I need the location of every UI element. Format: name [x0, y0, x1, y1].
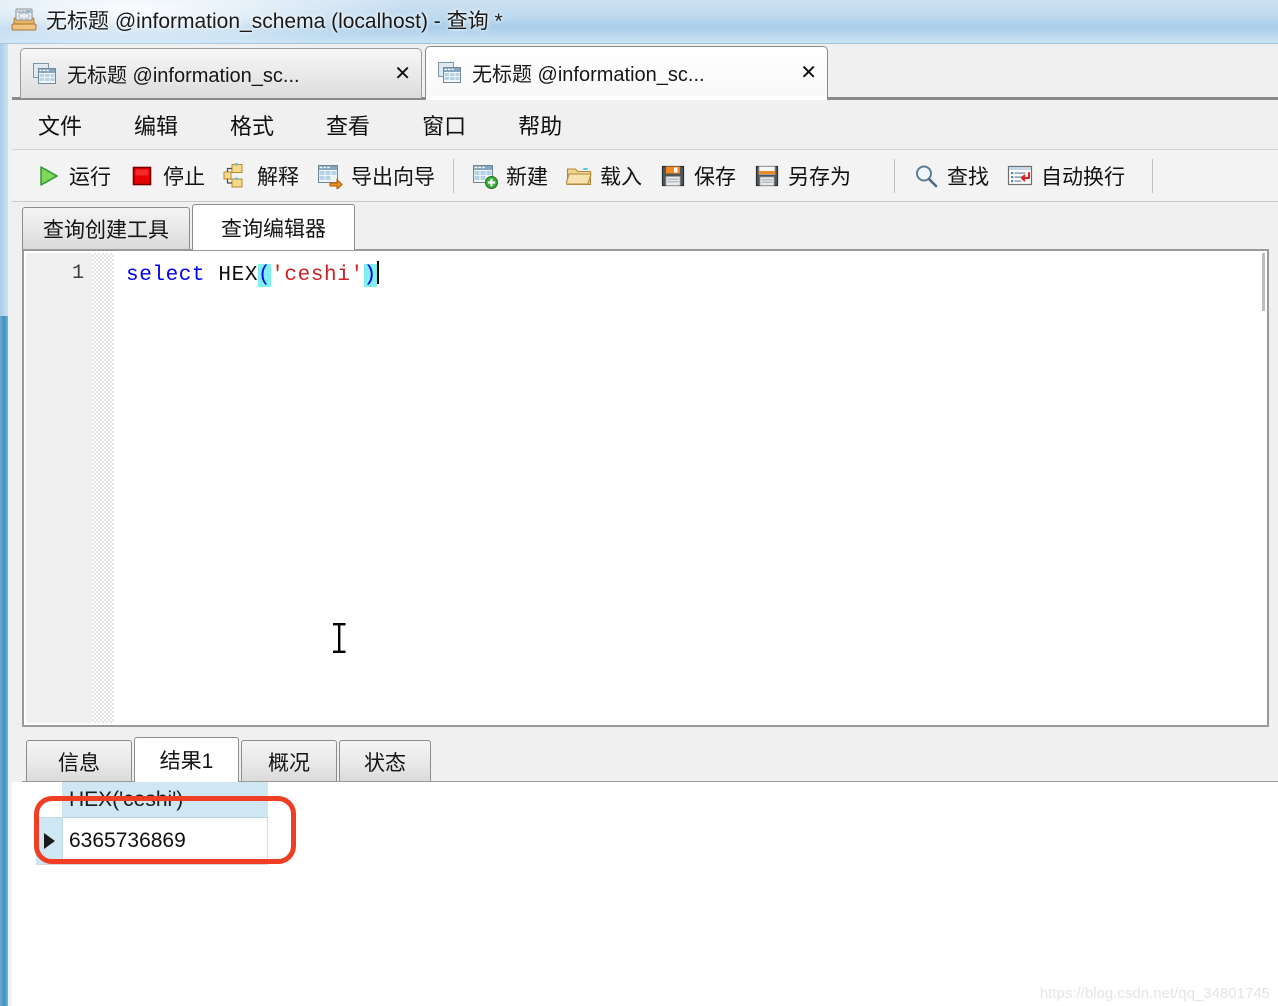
close-icon[interactable]: ✕ [800, 63, 817, 83]
editor-vertical-scrollbar[interactable] [1262, 253, 1265, 311]
client-area: 无标题 @information_sc... ✕ 无标题 @informatio… [12, 44, 1278, 1006]
export-wizard-icon [317, 163, 343, 191]
window-title: 无标题 @information_schema (localhost) - 查询… [46, 10, 503, 33]
sql-editor-surface[interactable]: 1 select HEX('ceshi') [26, 253, 1265, 723]
save-as-button[interactable]: 另存为 [745, 156, 860, 196]
sql-token-paren-open: ( [258, 264, 272, 287]
save-as-button-label: 另存为 [788, 165, 851, 189]
stop-icon [129, 163, 155, 189]
run-button[interactable]: 运行 [26, 156, 120, 196]
menu-format[interactable]: 格式 [226, 103, 278, 147]
word-wrap-button-label: 自动换行 [1041, 165, 1125, 189]
text-caret [376, 261, 379, 284]
results-panel: 信息 结果1 概况 状态 HEX('ceshi') 6365736869 [12, 734, 1278, 1006]
export-wizard-button[interactable]: 导出向导 [308, 156, 444, 196]
grid-cell-value[interactable]: 6365736869 [63, 818, 268, 864]
title-bar: 无标题 @information_schema (localhost) - 查询… [0, 0, 1278, 44]
editor-gutter: 1 [26, 253, 92, 723]
explain-icon [223, 162, 249, 189]
sql-token-paren-close: ) [363, 264, 377, 287]
save-as-icon [754, 163, 780, 189]
menu-file[interactable]: 文件 [34, 103, 86, 147]
tab-status[interactable]: 状态 [339, 740, 431, 782]
play-icon [35, 163, 61, 189]
query-window-icon [11, 7, 37, 33]
sql-token-space [205, 264, 218, 287]
menu-edit[interactable]: 编辑 [130, 103, 182, 147]
editor-sub-tabs: 查询创建工具 查询编辑器 [12, 202, 1278, 250]
menu-bar: 文件 编辑 格式 查看 窗口 帮助 [12, 100, 1278, 150]
find-button-label: 查找 [947, 165, 989, 189]
toolbar-separator-3 [1152, 158, 1153, 193]
tab-query-editor[interactable]: 查询编辑器 [192, 204, 355, 250]
application-window: 无标题 @information_schema (localhost) - 查询… [0, 0, 1278, 1006]
results-tab-strip: 信息 结果1 概况 状态 [12, 734, 1278, 782]
save-disk-icon [660, 163, 686, 189]
table-icon [33, 62, 57, 85]
sql-code-line[interactable]: select HEX('ceshi') [126, 261, 379, 290]
mouse-ibeam-cursor [329, 621, 351, 655]
active-tab-baseline-gap [426, 96, 827, 100]
grid-header-row: HEX('ceshi') [36, 782, 268, 818]
sql-editor-panel[interactable]: 1 select HEX('ceshi') [22, 249, 1269, 727]
table-icon [438, 61, 462, 84]
table-row[interactable]: 6365736869 [36, 818, 268, 865]
load-button[interactable]: 载入 [557, 156, 651, 196]
row-selector[interactable] [36, 818, 63, 864]
toolbar-separator-1 [453, 158, 454, 193]
result-grid[interactable]: HEX('ceshi') 6365736869 [36, 782, 268, 865]
open-folder-icon [565, 163, 592, 189]
tab-info[interactable]: 信息 [26, 740, 132, 782]
editor-gutter-strip [92, 253, 114, 723]
word-wrap-icon [1007, 163, 1033, 189]
grid-column-header[interactable]: HEX('ceshi') [63, 782, 268, 818]
tab-query-builder[interactable]: 查询创建工具 [22, 207, 190, 250]
search-icon [913, 163, 939, 189]
sql-token-string: 'ceshi' [271, 264, 364, 287]
sql-token-keyword: select [126, 264, 206, 287]
result-grid-area[interactable]: HEX('ceshi') 6365736869 [22, 781, 1278, 1006]
sql-token-function: HEX [218, 264, 259, 287]
explain-button-label: 解释 [257, 165, 299, 189]
toolbar-separator-2 [894, 158, 895, 193]
editor-line-number: 1 [71, 262, 84, 285]
explain-button[interactable]: 解释 [214, 156, 308, 196]
tab-profile[interactable]: 概况 [241, 740, 337, 782]
tab-result1[interactable]: 结果1 [134, 737, 239, 782]
document-tab-2-label: 无标题 @information_sc... [472, 64, 705, 86]
run-button-label: 运行 [69, 165, 111, 189]
word-wrap-button[interactable]: 自动换行 [998, 156, 1134, 196]
new-button-label: 新建 [506, 165, 548, 189]
menu-view[interactable]: 查看 [322, 103, 374, 147]
export-wizard-button-label: 导出向导 [351, 165, 435, 189]
new-button[interactable]: 新建 [463, 156, 557, 196]
document-tab-2[interactable]: 无标题 @information_sc... ✕ [425, 46, 828, 98]
menu-help[interactable]: 帮助 [514, 103, 566, 147]
stop-button-label: 停止 [163, 165, 205, 189]
load-button-label: 载入 [600, 165, 642, 189]
save-button-label: 保存 [694, 165, 736, 189]
stop-button[interactable]: 停止 [120, 156, 214, 196]
new-query-icon [472, 163, 498, 189]
document-tab-1[interactable]: 无标题 @information_sc... ✕ [20, 48, 422, 98]
grid-corner-cell [36, 782, 63, 818]
watermark-text: https://blog.csdn.net/qq_34801745 [1039, 985, 1270, 1002]
close-icon[interactable]: ✕ [394, 64, 411, 84]
row-arrow-icon [43, 833, 55, 849]
find-button[interactable]: 查找 [904, 156, 998, 196]
toolbar: 运行 停止 解释 导出向导 新建 载入 保存 另存为 查找 自动换行 [12, 150, 1278, 202]
document-tab-1-label: 无标题 @information_sc... [67, 65, 300, 87]
menu-window[interactable]: 窗口 [418, 103, 470, 147]
document-tab-strip: 无标题 @information_sc... ✕ 无标题 @informatio… [12, 44, 1278, 100]
save-button[interactable]: 保存 [651, 156, 745, 196]
